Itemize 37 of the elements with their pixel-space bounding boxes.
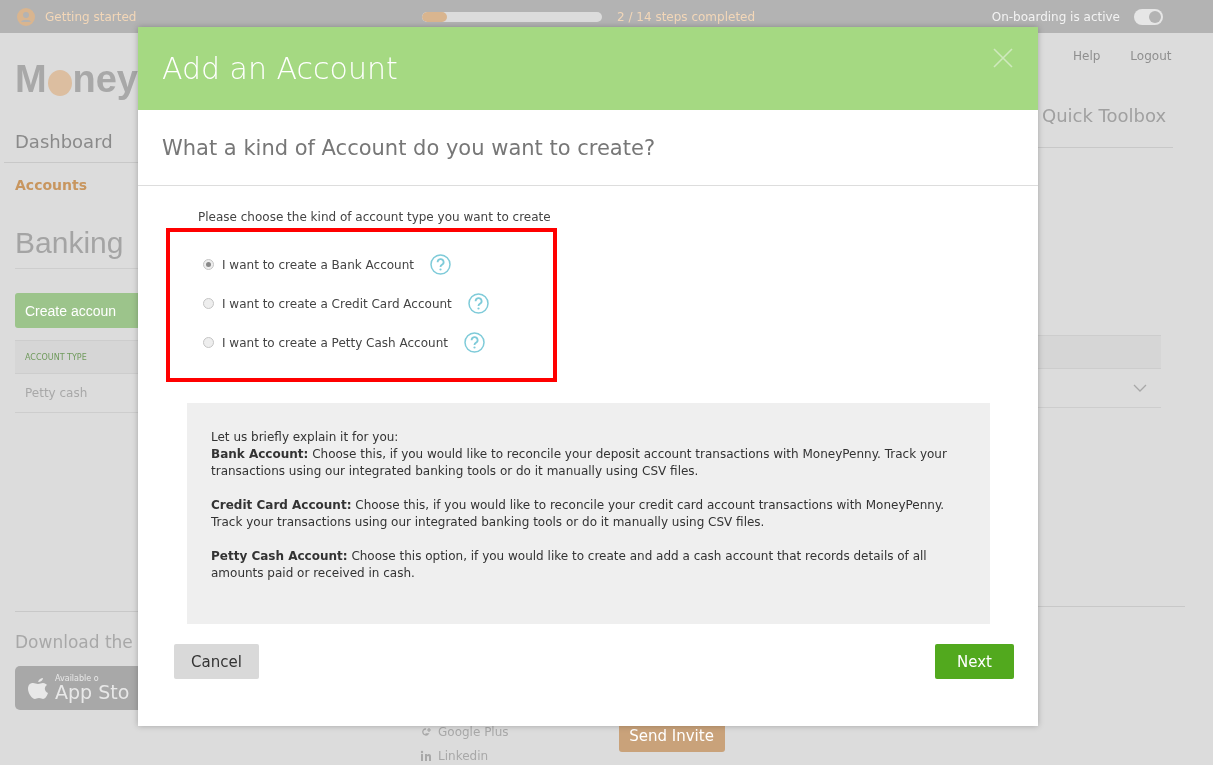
- dialog-question: What a kind of Account do you want to create?: [162, 135, 656, 160]
- google-plus-icon[interactable]: [420, 726, 432, 738]
- instruction-text: Please choose the kind of account type you want to create: [198, 210, 552, 224]
- option-label[interactable]: I want to create a Bank Account: [222, 257, 414, 272]
- header-link[interactable]: Help: [1073, 49, 1101, 63]
- cancel-button[interactable]: Cancel: [174, 644, 259, 679]
- option-label[interactable]: I want to create a Petty Cash Account: [222, 335, 448, 350]
- explanation-text: Petty Cash Account: Choose this option, if you would like to create and add a cash account that records details of all amounts paid or received in cash.: [211, 548, 928, 582]
- page-title: Banking: [15, 226, 124, 259]
- nav-item[interactable]: Dashboard: [15, 131, 113, 152]
- explanation-text: Credit Card Account: Choose this, if you would like to reconcile your credit card account transactions with MoneyPenny. Track your transactions using our integrated banking tools or do it manually using CSV files.: [211, 497, 946, 531]
- getting-started-link[interactable]: Getting started: [45, 9, 137, 24]
- option-label[interactable]: I want to create a Credit Card Account: [222, 296, 452, 311]
- explanation-text: Bank Account: Choose this, if you would like to reconcile your deposit account transactions with MoneyPenny. Track your transactions using our integrated banking tools or do it manually using CSV files.: [211, 446, 948, 480]
- onboarding-label: On-boarding is active: [991, 9, 1120, 24]
- close-button[interactable]: [992, 46, 1014, 69]
- help-icon[interactable]: [430, 254, 451, 275]
- radio-button[interactable]: [203, 298, 214, 309]
- dialog-title: Add an Account: [162, 51, 398, 86]
- next-button[interactable]: Next: [935, 644, 1014, 679]
- column-header: ACCOUNT TYPE: [25, 352, 87, 362]
- subnav-item[interactable]: Accounts: [15, 177, 87, 193]
- header-link[interactable]: Logout: [1130, 49, 1172, 63]
- quick-toolbox-title: Quick Toolbox: [1042, 105, 1167, 126]
- apple-icon: [27, 675, 49, 701]
- explanation-intro: Let us briefly explain it for you:: [211, 429, 400, 446]
- linkedin-icon[interactable]: [420, 750, 432, 762]
- onboarding-toggle[interactable]: [1134, 8, 1163, 25]
- radio-button[interactable]: [203, 337, 214, 348]
- chevron-down-icon[interactable]: [1133, 384, 1147, 392]
- help-icon[interactable]: [467, 293, 489, 314]
- steps-count: 2 / 14 steps completed: [617, 9, 756, 24]
- logo-dot: [47, 70, 72, 96]
- radio-button[interactable]: [203, 259, 214, 270]
- person-icon: [17, 7, 35, 26]
- create-account-button[interactable]: Create accoun: [15, 293, 138, 328]
- help-icon[interactable]: [463, 332, 485, 353]
